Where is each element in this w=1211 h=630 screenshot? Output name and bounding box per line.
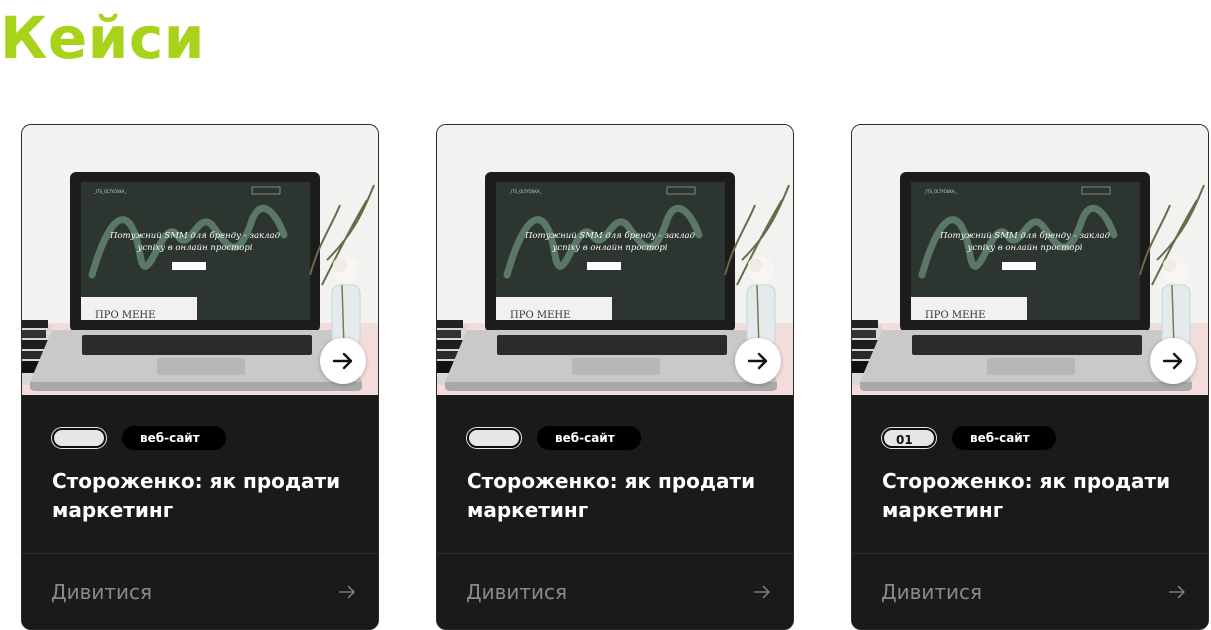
tag-category: веб-сайт [537,426,641,450]
arrow-right-thin-icon [754,585,770,599]
case-title: Стороженко: як продати маркетинг [882,469,1171,522]
tag-list: веб-сайт [467,426,641,450]
arrow-right-thin-icon [1169,585,1185,599]
svg-text:ПРО МЕНЕ: ПРО МЕНЕ [925,310,985,321]
watch-label: Дивитися [466,580,568,604]
watch-label: Дивитися [51,580,153,604]
tag-category: веб-сайт [952,426,1056,450]
svg-text:ПРО МЕНЕ: ПРО МЕНЕ [95,310,155,321]
tag-number: 01 [882,428,936,448]
watch-link[interactable]: Дивитися [22,554,378,629]
page-title: Кейси [0,4,205,72]
svg-text:_ITS_OLTYOSKA_: _ITS_OLTYOSKA_ [93,189,128,194]
svg-text:_ITS_OLTYOSKA_: _ITS_OLTYOSKA_ [923,189,958,194]
open-case-button[interactable] [1150,338,1196,384]
open-case-button[interactable] [735,338,781,384]
svg-text:Потужний SMM для бренду - закл: Потужний SMM для бренду - заклад [109,230,281,241]
watch-link[interactable]: Дивитися [852,554,1208,629]
open-case-button[interactable] [320,338,366,384]
svg-text:успіху в онлайн просторі: успіху в онлайн просторі [136,243,252,253]
arrow-right-icon [747,352,768,370]
arrow-right-icon [1162,352,1183,370]
watch-label: Дивитися [881,580,983,604]
tag-category: веб-сайт [122,426,226,450]
watch-link[interactable]: Дивитися [437,554,793,629]
arrow-right-icon [332,352,353,370]
case-title: Стороженко: як продати маркетинг [467,469,756,522]
tag-number [467,428,521,448]
svg-text:ПРО МЕНЕ: ПРО МЕНЕ [510,310,570,321]
svg-text:Потужний SMM для бренду - закл: Потужний SMM для бренду - заклад [524,230,696,241]
tag-list: 01 веб-сайт [882,426,1056,450]
case-card[interactable]: _ITS_OLTYOSKA_ Потужний SMM для бренду -… [21,124,379,630]
svg-text:Потужний SMM для бренду - закл: Потужний SMM для бренду - заклад [939,230,1111,241]
case-card[interactable]: _ITS_OLTYOSKA_ Потужний SMM для бренду -… [436,124,794,630]
arrow-right-thin-icon [339,585,355,599]
tag-number [52,428,106,448]
case-card[interactable]: _ITS_OLTYOSKA_ Потужний SMM для бренду -… [851,124,1209,630]
svg-text:успіху в онлайн просторі: успіху в онлайн просторі [551,243,667,253]
case-title: Стороженко: як продати маркетинг [52,469,341,522]
tag-list: веб-сайт [52,426,226,450]
svg-text:успіху в онлайн просторі: успіху в онлайн просторі [966,243,1082,253]
svg-text:_ITS_OLTYOSKA_: _ITS_OLTYOSKA_ [508,189,543,194]
